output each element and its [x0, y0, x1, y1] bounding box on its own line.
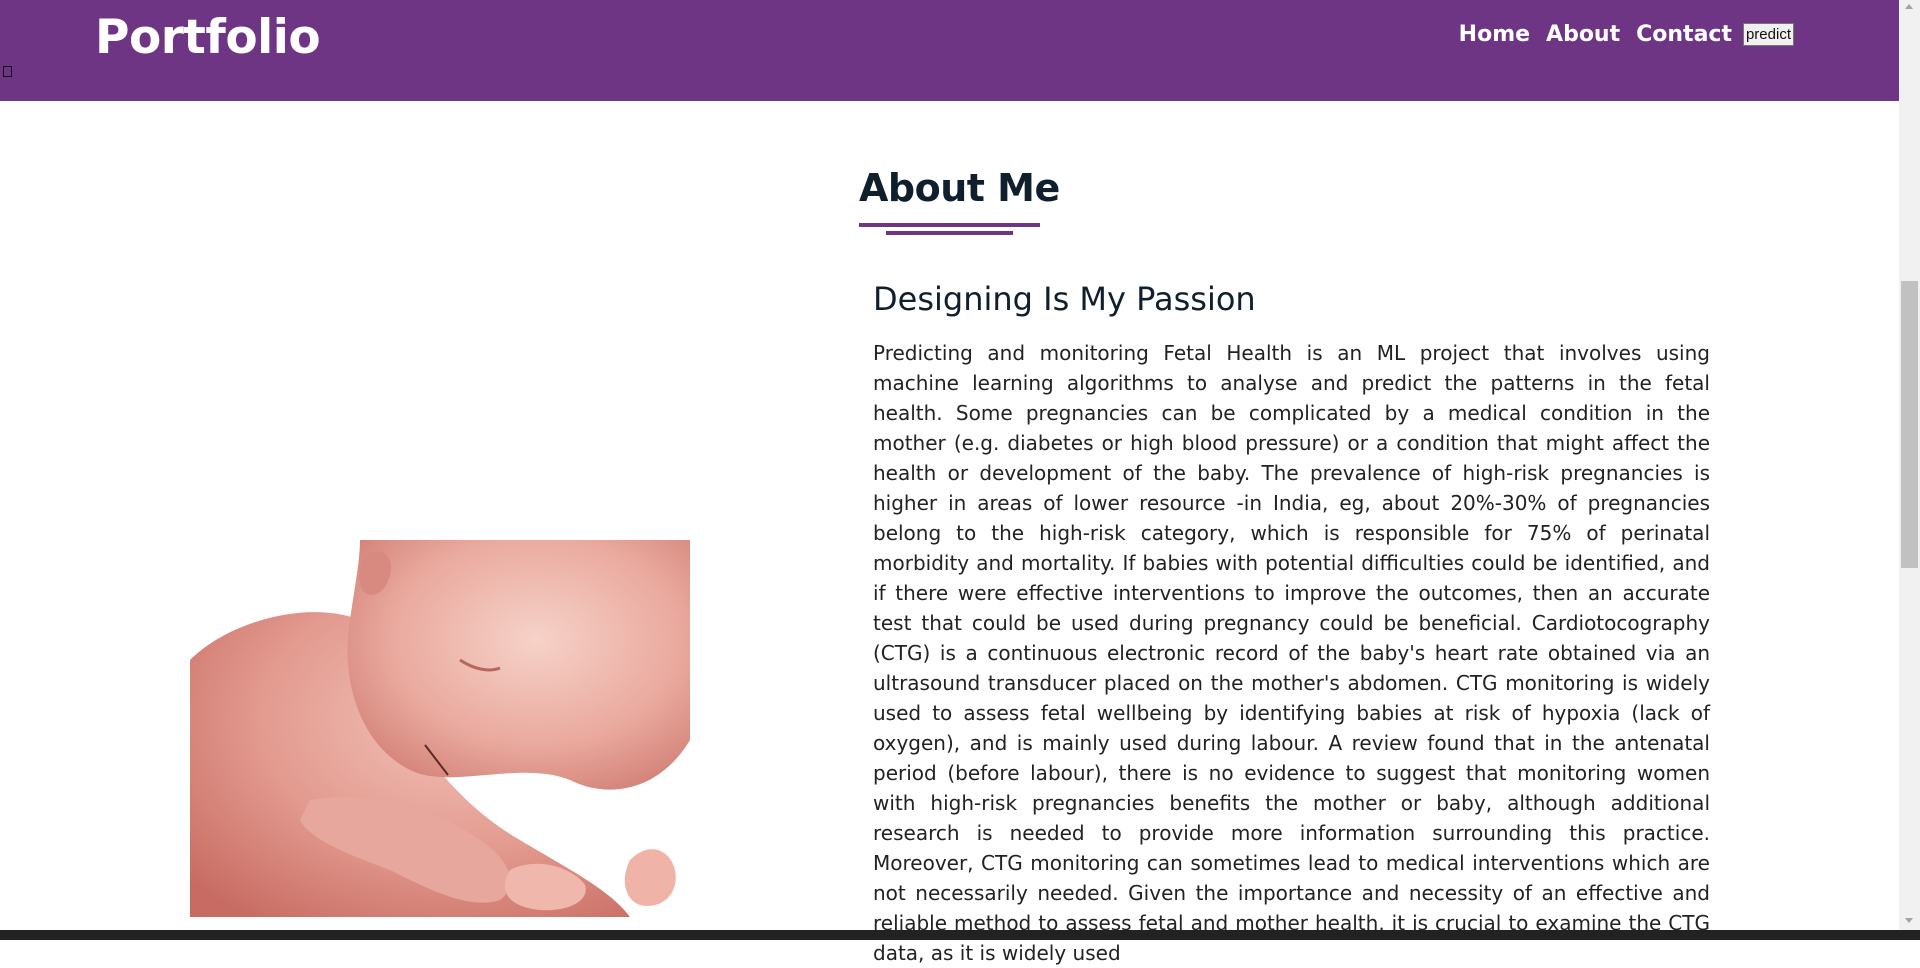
- nav-contact-link[interactable]: Contact: [1636, 22, 1732, 47]
- logo[interactable]: Portfolio: [95, 10, 321, 65]
- about-heading: About Me: [859, 166, 1060, 235]
- fetus-illustration: [190, 540, 690, 917]
- scroll-up-icon[interactable]: [1905, 4, 1913, 9]
- nav-links: Home About Contact predict: [1443, 22, 1794, 47]
- bottom-bar: [0, 930, 1920, 940]
- nav-about-link[interactable]: About: [1546, 22, 1620, 47]
- vertical-scrollbar[interactable]: [1899, 0, 1920, 930]
- predict-button[interactable]: predict: [1742, 23, 1794, 46]
- fetus-image: [190, 540, 690, 917]
- menu-toggle-icon[interactable]: [3, 66, 12, 77]
- about-paragraph: Predicting and monitoring Fetal Health i…: [873, 341, 1710, 965]
- nav-home-link[interactable]: Home: [1459, 22, 1530, 47]
- navbar: Portfolio Home About Contact predict: [0, 0, 1899, 101]
- about-subtitle: Designing Is My Passion: [873, 280, 1256, 318]
- scroll-down-icon[interactable]: [1905, 918, 1913, 923]
- title-underline-secondary: [886, 231, 1013, 235]
- about-title: About Me: [859, 166, 1060, 210]
- title-underline: [859, 223, 1040, 227]
- scroll-thumb[interactable]: [1901, 281, 1918, 568]
